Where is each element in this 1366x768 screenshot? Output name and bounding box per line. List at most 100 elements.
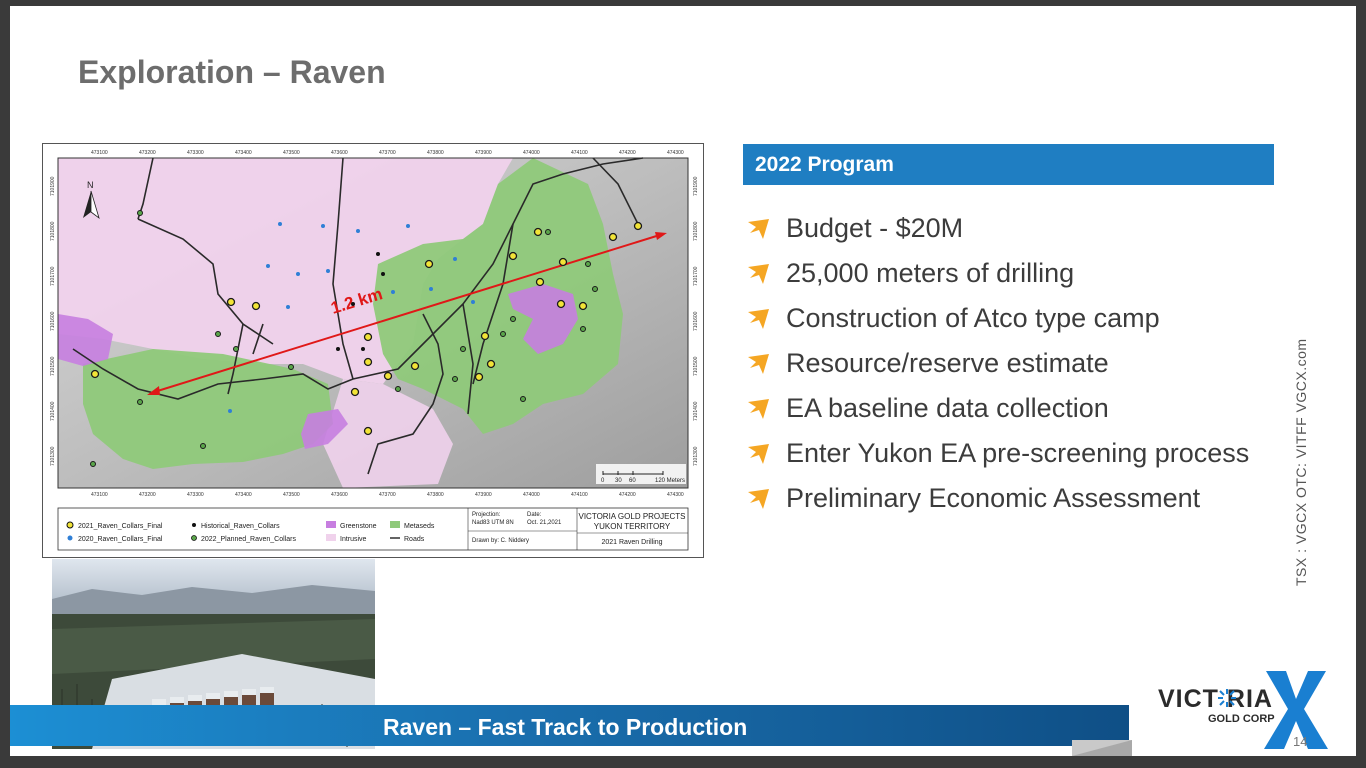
svg-text:473700: 473700: [379, 150, 396, 156]
footer-wedge-shape: [1072, 740, 1132, 756]
map-right-ticks: 7101900 7101800 7101700 7101600 7101500 …: [693, 176, 699, 466]
bullet-item: Construction of Atco type camp: [745, 300, 1249, 345]
drawn-by: Drawn by: C. Niddery: [472, 538, 529, 544]
svg-text:473400: 473400: [235, 150, 252, 156]
svg-text:473900: 473900: [475, 492, 492, 498]
north-label: N: [87, 180, 94, 190]
slide: Exploration – Raven 1.2 km N 473100 4732…: [10, 6, 1356, 756]
page-number: 14: [1293, 734, 1308, 749]
svg-text:474100: 474100: [571, 492, 588, 498]
svg-text:473800: 473800: [427, 150, 444, 156]
program-header: 2022 Program: [755, 153, 894, 176]
project-title-1: VICTORIA GOLD PROJECTS: [579, 512, 686, 521]
svg-text:7101400: 7101400: [50, 401, 56, 421]
svg-text:473100: 473100: [91, 492, 108, 498]
svg-text:473300: 473300: [187, 492, 204, 498]
svg-text:7101700: 7101700: [693, 266, 699, 286]
svg-text:474200: 474200: [619, 492, 636, 498]
legend-metaseds-swatch: [390, 521, 400, 528]
bullet-item: Resource/reserve estimate: [745, 345, 1249, 390]
svg-text:7101900: 7101900: [50, 176, 56, 196]
legend-greenstone-swatch: [326, 521, 336, 528]
scale-bar: 0 30 60 120 Meters: [596, 464, 686, 484]
legend-intrusive-swatch: [326, 534, 336, 541]
slide-title: Exploration – Raven: [78, 54, 386, 90]
svg-text:473700: 473700: [379, 492, 396, 498]
legend-historical-label: Historical_Raven_Collars: [201, 523, 280, 530]
logo-sunburst-icon: [1218, 689, 1236, 707]
svg-text:474000: 474000: [523, 150, 540, 156]
program-header-bar: 2022 Program: [743, 144, 1274, 185]
date-value: Oct. 21,2021: [527, 520, 562, 526]
svg-text:473100: 473100: [91, 150, 108, 156]
map-top-ticks: 473100 473200 473300 473400 473500 47360…: [91, 150, 684, 156]
svg-text:473200: 473200: [139, 492, 156, 498]
map-left-ticks: 7101900 7101800 7101700 7101600 7101500 …: [50, 176, 56, 466]
svg-text:120 Meters: 120 Meters: [655, 478, 685, 484]
arrow-bullet-icon: [748, 354, 769, 374]
svg-text:474300: 474300: [667, 150, 684, 156]
svg-text:473200: 473200: [139, 150, 156, 156]
svg-text:7101800: 7101800: [693, 221, 699, 241]
svg-text:30: 30: [615, 478, 622, 484]
svg-text:7101300: 7101300: [50, 446, 56, 466]
legend-metaseds-label: Metaseds: [404, 523, 435, 530]
projection-value: Nad83 UTM 8N: [472, 520, 514, 526]
bullet-item: Preliminary Economic Assessment: [745, 480, 1249, 525]
svg-text:474100: 474100: [571, 150, 588, 156]
svg-text:7101900: 7101900: [693, 176, 699, 196]
legend-historical-symbol: [192, 523, 196, 527]
map-legend: 2021_Raven_Collars_Final 2020_Raven_Coll…: [57, 507, 689, 551]
arrow-bullet-icon: [748, 489, 769, 509]
svg-text:474200: 474200: [619, 150, 636, 156]
svg-text:7101400: 7101400: [693, 401, 699, 421]
svg-text:7101700: 7101700: [50, 266, 56, 286]
svg-text:474300: 474300: [667, 492, 684, 498]
legend-2021-label: 2021_Raven_Collars_Final: [78, 523, 163, 530]
svg-text:7101300: 7101300: [693, 446, 699, 466]
raven-drill-map: 1.2 km N 473100 473200 473300 473400 473…: [42, 143, 704, 558]
svg-text:473600: 473600: [331, 492, 348, 498]
svg-text:7101800: 7101800: [50, 221, 56, 241]
arrow-bullet-icon: [748, 309, 769, 329]
svg-text:7101500: 7101500: [693, 356, 699, 376]
legend-planned-symbol: [191, 535, 197, 541]
program-bullets: Budget - $20M 25,000 meters of drilling …: [745, 210, 1249, 525]
svg-text:473600: 473600: [331, 150, 348, 156]
svg-text:473800: 473800: [427, 492, 444, 498]
date-label: Date:: [527, 512, 542, 518]
ticker-side-text: TSX : VGCX OTC: VITFF VGCX.com: [1293, 338, 1309, 586]
project-title-2: YUKON TERRITORY: [594, 522, 671, 531]
svg-text:473400: 473400: [235, 492, 252, 498]
map-bottom-ticks: 473100 473200 473300 473400 473500 47360…: [91, 492, 684, 498]
svg-text:473300: 473300: [187, 150, 204, 156]
legend-planned-label: 2022_Planned_Raven_Collars: [201, 536, 296, 543]
arrow-bullet-icon: [748, 219, 769, 239]
legend-intrusive-label: Intrusive: [340, 536, 367, 543]
bullet-item: EA baseline data collection: [745, 390, 1249, 435]
bullet-item: 25,000 meters of drilling: [745, 255, 1249, 300]
svg-text:474000: 474000: [523, 492, 540, 498]
map-canvas: 1.2 km N 473100 473200 473300 473400 473…: [50, 150, 699, 551]
legend-2021-symbol: [66, 521, 74, 529]
arrow-bullet-icon: [748, 444, 769, 464]
svg-text:60: 60: [629, 478, 636, 484]
arrow-bullet-icon: [748, 399, 769, 419]
projection-label: Projection:: [472, 512, 501, 518]
svg-text:7101600: 7101600: [50, 311, 56, 331]
legend-roads-label: Roads: [404, 536, 425, 543]
arrow-bullet-icon: [748, 264, 769, 284]
svg-text:473900: 473900: [475, 150, 492, 156]
victoria-gold-logo: VICT RIA GOLD CORP: [1158, 671, 1338, 749]
legend-2020-symbol: [67, 535, 73, 541]
legend-greenstone-label: Greenstone: [340, 523, 377, 530]
bullet-item: Budget - $20M: [745, 210, 1249, 255]
svg-text:473500: 473500: [283, 150, 300, 156]
svg-text:473500: 473500: [283, 492, 300, 498]
svg-text:7101600: 7101600: [693, 311, 699, 331]
project-subtitle: 2021 Raven Drilling: [601, 539, 662, 546]
footer-tagline: Raven – Fast Track to Production: [383, 714, 748, 740]
legend-2020-label: 2020_Raven_Collars_Final: [78, 536, 163, 543]
svg-text:7101500: 7101500: [50, 356, 56, 376]
bullet-item: Enter Yukon EA pre-screening process: [745, 435, 1249, 480]
